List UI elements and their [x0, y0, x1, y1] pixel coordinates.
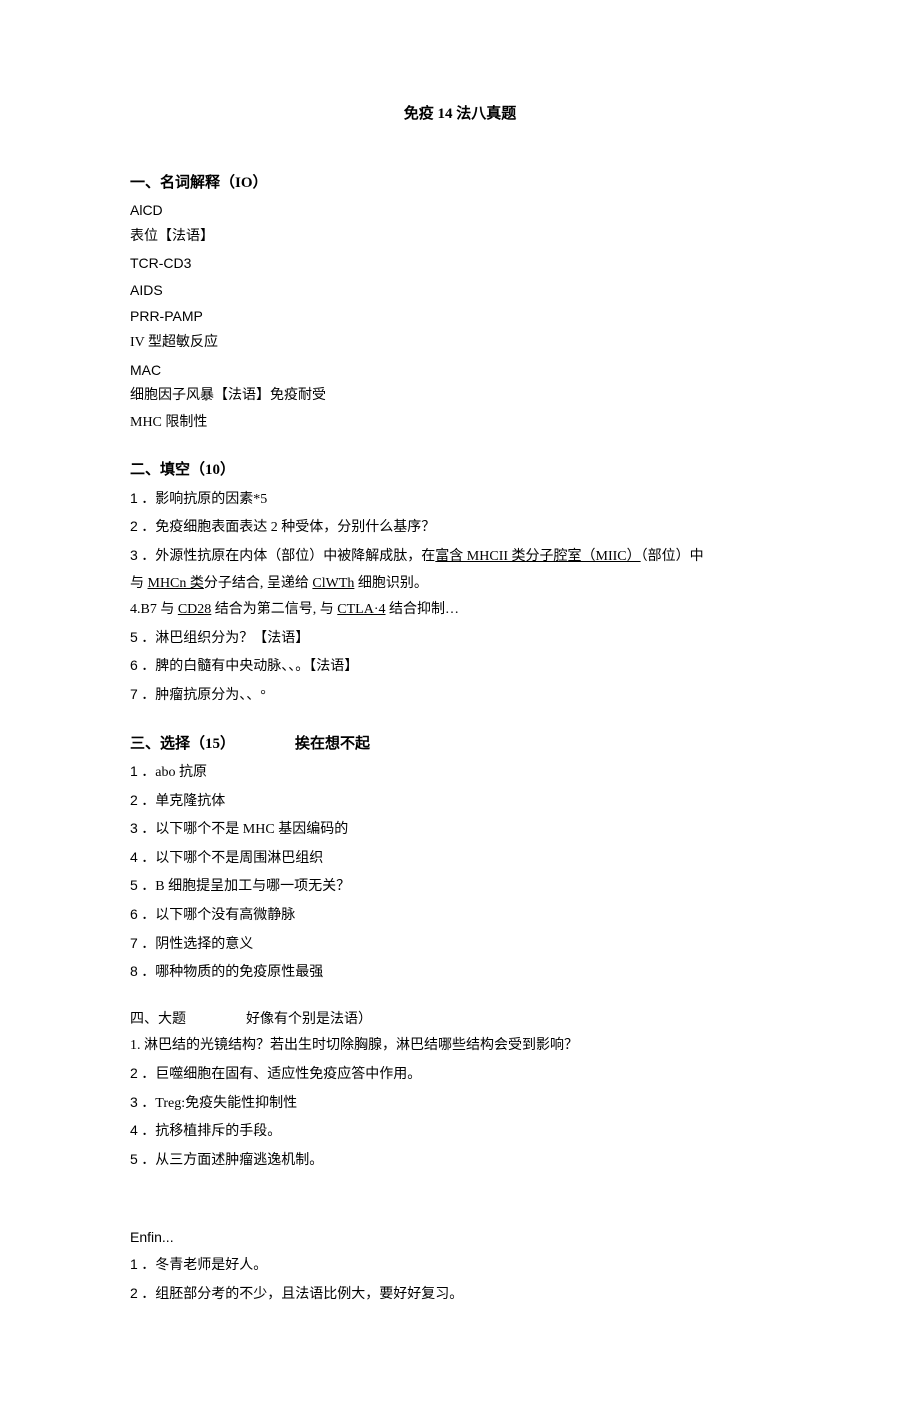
underline-text: ClWTh	[312, 576, 354, 591]
num: 5	[130, 877, 138, 893]
s5-item-1: 1 ．冬青老师是好人。	[130, 1251, 790, 1280]
text: 结合为第二信号, 与	[211, 602, 337, 617]
text: ．淋巴组织分为？【法语】	[138, 631, 310, 646]
page-title: 免疫 14 法八真题	[130, 100, 790, 129]
s2-item-5: 5 ．淋巴组织分为？【法语】	[130, 624, 790, 653]
s1-item-4: AIDS	[130, 277, 790, 304]
text: ．以下哪个不是周围淋巴组织	[138, 851, 324, 866]
underline-text: MHCn 类	[148, 576, 204, 591]
text: （部位）中	[641, 549, 704, 564]
section-1: 一、名词解释（IO） AlCD 表位【法语】 TCR-CD3 AIDS PRR-…	[130, 169, 790, 437]
s3-item-7: 7 ．阴性选择的意义	[130, 930, 790, 959]
s4-item-3: 3 ．Treg:免疫失能性抑制性	[130, 1089, 790, 1118]
num: 2	[130, 518, 138, 534]
section-2-heading: 二、填空（10）	[130, 456, 790, 485]
s2-item-3: 3 ．外源性抗原在内体（部位）中被降解成肽，在富含 MHCII 类分子腔室（MI…	[130, 542, 790, 571]
s2-item-2: 2 ．免疫细胞表面表达 2 种受体，分别什么基序？	[130, 513, 790, 542]
section-2: 二、填空（10） 1 ．影响抗原的因素*5 2 ．免疫细胞表面表达 2 种受体，…	[130, 456, 790, 709]
s1-item-8: 细胞因子风暴【法语】免疫耐受	[130, 383, 790, 410]
text: ．抗移植排斥的手段。	[138, 1124, 282, 1139]
s1-item-5: PRR-PAMP	[130, 303, 790, 330]
section-5: Enfin... 1 ．冬青老师是好人。 2 ．组胚部分考的不少，且法语比例大，…	[130, 1224, 790, 1308]
s4-item-4: 4 ．抗移植排斥的手段。	[130, 1117, 790, 1146]
num: 3	[130, 547, 138, 563]
section-5-heading: Enfin...	[130, 1224, 790, 1251]
s3-item-6: 6 ．以下哪个没有高微静脉	[130, 901, 790, 930]
s2-item-7: 7 ．肿瘤抗原分为、、°	[130, 681, 790, 710]
text: ．abo 抗原	[138, 765, 207, 780]
text: 分子结合, 呈递给	[204, 576, 313, 591]
s3-item-3: 3 ．以下哪个不是 MHC 基因编码的	[130, 815, 790, 844]
num: 1	[130, 1256, 138, 1272]
section-3: 三、选择（15） 挨在想不起 1 ．abo 抗原 2 ．单克隆抗体 3 ．以下哪个…	[130, 730, 790, 987]
text: ．从三方面述肿瘤逃逸机制。	[138, 1153, 324, 1168]
text: ．B 细胞提呈加工与哪一项无关？	[138, 879, 350, 894]
num: 7	[130, 935, 138, 951]
s3-item-8: 8 ．哪种物质的的免疫原性最强	[130, 958, 790, 987]
underline-text: 富含 MHCII 类分子腔室（MIIC）	[435, 549, 640, 564]
s2-item-4: 4.B7 与 CD28 结合为第二信号, 与 CTLA·4 结合抑制…	[130, 597, 790, 624]
num: 2	[130, 1285, 138, 1301]
s1-item-7: MAC	[130, 357, 790, 384]
section-1-heading: 一、名词解释（IO）	[130, 169, 790, 198]
text: ．哪种物质的的免疫原性最强	[138, 965, 324, 980]
text: ．组胚部分考的不少，且法语比例大，要好好复习。	[138, 1287, 464, 1302]
s1-item-1: AlCD	[130, 197, 790, 224]
text: ．冬青老师是好人。	[138, 1258, 268, 1273]
text: ．阴性选择的意义	[138, 937, 254, 952]
text: ．巨噬细胞在固有、适应性免疫应答中作用。	[138, 1067, 422, 1082]
num: 2	[130, 792, 138, 808]
section-4: 四、大题 好像有个别是法语） 1. 淋巴结的光镜结构？若出生时切除胸腺，淋巴结哪些…	[130, 1007, 790, 1175]
text: ．外源性抗原在内体（部位）中被降解成肽，在	[138, 549, 436, 564]
s3-item-5: 5 ．B 细胞提呈加工与哪一项无关？	[130, 872, 790, 901]
text: ．肿瘤抗原分为、、°	[138, 688, 266, 703]
heading-a: 四、大题	[130, 1012, 186, 1027]
s3-item-1: 1 ．abo 抗原	[130, 758, 790, 787]
text: ．脾的白髓有中央动脉、、。【法语】	[138, 659, 359, 674]
num: 5	[130, 1151, 138, 1167]
num: 2	[130, 1065, 138, 1081]
text: 结合抑制…	[386, 602, 460, 617]
heading-b: 挨在想不起	[295, 736, 370, 752]
num: 5	[130, 629, 138, 645]
s2-item-3b: 与 MHCn 类分子结合, 呈递给 ClWTh 细胞识别。	[130, 571, 790, 598]
s4-item-2: 2 ．巨噬细胞在固有、适应性免疫应答中作用。	[130, 1060, 790, 1089]
s3-item-4: 4 ．以下哪个不是周围淋巴组织	[130, 844, 790, 873]
text: ．单克隆抗体	[138, 794, 226, 809]
s3-item-2: 2 ．单克隆抗体	[130, 787, 790, 816]
section-3-heading: 三、选择（15） 挨在想不起	[130, 730, 790, 759]
num: 1	[130, 763, 138, 779]
num: 6	[130, 906, 138, 922]
text: ．以下哪个不是 MHC 基因编码的	[138, 822, 348, 837]
num: 1	[130, 490, 138, 506]
section-4-heading: 四、大题 好像有个别是法语）	[130, 1007, 790, 1034]
num: 4	[130, 849, 138, 865]
num: 4	[130, 1122, 138, 1138]
text: 细胞识别。	[354, 576, 428, 591]
s5-item-2: 2 ．组胚部分考的不少，且法语比例大，要好好复习。	[130, 1280, 790, 1309]
text: ．Treg:免疫失能性抑制性	[138, 1096, 297, 1111]
s2-item-1: 1 ．影响抗原的因素*5	[130, 485, 790, 514]
s1-item-9: MHC 限制性	[130, 410, 790, 437]
num: 3	[130, 820, 138, 836]
text: ．以下哪个没有高微静脉	[138, 908, 296, 923]
num: 7	[130, 686, 138, 702]
underline-text: CD28	[178, 602, 211, 617]
s2-item-6: 6 ．脾的白髓有中央动脉、、。【法语】	[130, 652, 790, 681]
s4-item-1: 1. 淋巴结的光镜结构？若出生时切除胸腺，淋巴结哪些结构会受到影响？	[130, 1033, 790, 1060]
text: ．影响抗原的因素*5	[138, 492, 268, 507]
underline-text: CTLA·4	[337, 602, 385, 617]
heading-b: 好像有个别是法语）	[246, 1012, 372, 1027]
s1-item-6: IV 型超敏反应	[130, 330, 790, 357]
text: 4.B7 与	[130, 602, 178, 617]
heading-a: 三、选择（15）	[130, 736, 235, 752]
s1-item-3: TCR-CD3	[130, 250, 790, 277]
s1-item-2: 表位【法语】	[130, 224, 790, 251]
num: 6	[130, 657, 138, 673]
s4-item-5: 5 ．从三方面述肿瘤逃逸机制。	[130, 1146, 790, 1175]
text: 与	[130, 576, 148, 591]
num: 8	[130, 963, 138, 979]
num: 3	[130, 1094, 138, 1110]
text: ．免疫细胞表面表达 2 种受体，分别什么基序？	[138, 520, 436, 535]
